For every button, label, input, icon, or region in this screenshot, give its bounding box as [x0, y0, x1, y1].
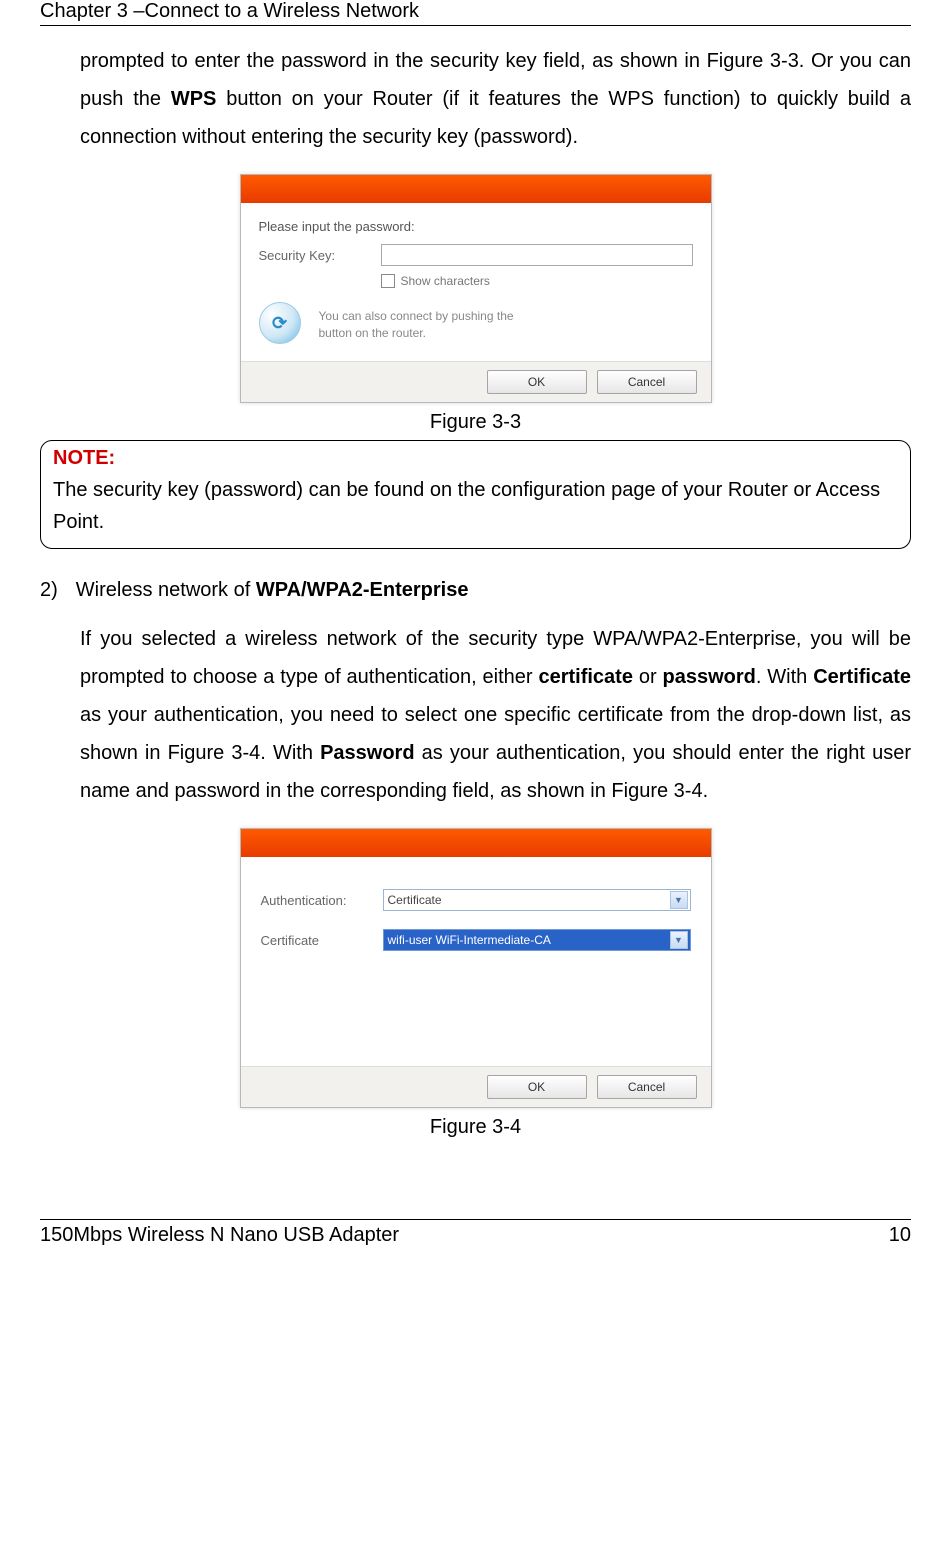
- wps-icon: ⟳: [259, 302, 305, 348]
- note-box: NOTE: The security key (password) can be…: [40, 440, 911, 549]
- show-characters-checkbox[interactable]: [381, 274, 395, 288]
- list-item-2: 2) Wireless network of WPA/WPA2-Enterpri…: [40, 579, 911, 602]
- note-label: NOTE:: [53, 447, 898, 470]
- page-footer: 150Mbps Wireless N Nano USB Adapter 10: [40, 1219, 911, 1247]
- chapter-header: Chapter 3 –Connect to a Wireless Network: [40, 0, 911, 26]
- figure-3-4: Authentication: Certificate ▼ Certificat…: [40, 828, 911, 1108]
- text-bold: certificate: [538, 666, 633, 688]
- text: Wireless network of: [76, 579, 256, 601]
- figure-caption-3-4: Figure 3-4: [40, 1116, 911, 1139]
- ok-button[interactable]: OK: [487, 370, 587, 394]
- authentication-value: Certificate: [388, 893, 442, 907]
- text: or: [633, 666, 663, 688]
- text: . With: [756, 666, 813, 688]
- authentication-select[interactable]: Certificate ▼: [383, 889, 691, 911]
- chevron-down-icon: ▼: [670, 891, 688, 909]
- text-bold: Certificate: [813, 666, 911, 688]
- figure-3-3: Please input the password: Security Key:…: [40, 174, 911, 403]
- security-key-input[interactable]: [381, 244, 693, 266]
- text-bold: WPA/WPA2-Enterprise: [256, 579, 469, 601]
- security-key-label: Security Key:: [259, 248, 369, 263]
- cancel-button[interactable]: Cancel: [597, 370, 697, 394]
- cancel-button[interactable]: Cancel: [597, 1075, 697, 1099]
- list-number: 2): [40, 579, 58, 602]
- footer-product-name: 150Mbps Wireless N Nano USB Adapter: [40, 1224, 399, 1247]
- text-bold: password: [663, 666, 756, 688]
- certificate-value: wifi-user WiFi-Intermediate-CA: [388, 933, 551, 947]
- certificate-select[interactable]: wifi-user WiFi-Intermediate-CA ▼: [383, 929, 691, 951]
- footer-page-number: 10: [889, 1224, 911, 1247]
- show-characters-label: Show characters: [401, 274, 490, 288]
- ok-button[interactable]: OK: [487, 1075, 587, 1099]
- note-text: The security key (password) can be found…: [53, 474, 898, 538]
- dialog-titlebar: [241, 175, 711, 203]
- text-bold-wps: WPS: [171, 88, 217, 110]
- text-bold: Password: [320, 742, 414, 764]
- wps-hint-text: You can also connect by pushing the butt…: [319, 308, 549, 342]
- password-prompt: Please input the password:: [259, 219, 693, 234]
- chevron-down-icon: ▼: [670, 931, 688, 949]
- enterprise-paragraph: If you selected a wireless network of th…: [80, 620, 911, 810]
- authentication-label: Authentication:: [261, 893, 371, 908]
- dialog-titlebar: [241, 829, 711, 857]
- certificate-dialog: Authentication: Certificate ▼ Certificat…: [240, 828, 712, 1108]
- certificate-label: Certificate: [261, 933, 371, 948]
- intro-paragraph: prompted to enter the password in the se…: [80, 42, 911, 156]
- figure-caption-3-3: Figure 3-3: [40, 411, 911, 434]
- password-dialog: Please input the password: Security Key:…: [240, 174, 712, 403]
